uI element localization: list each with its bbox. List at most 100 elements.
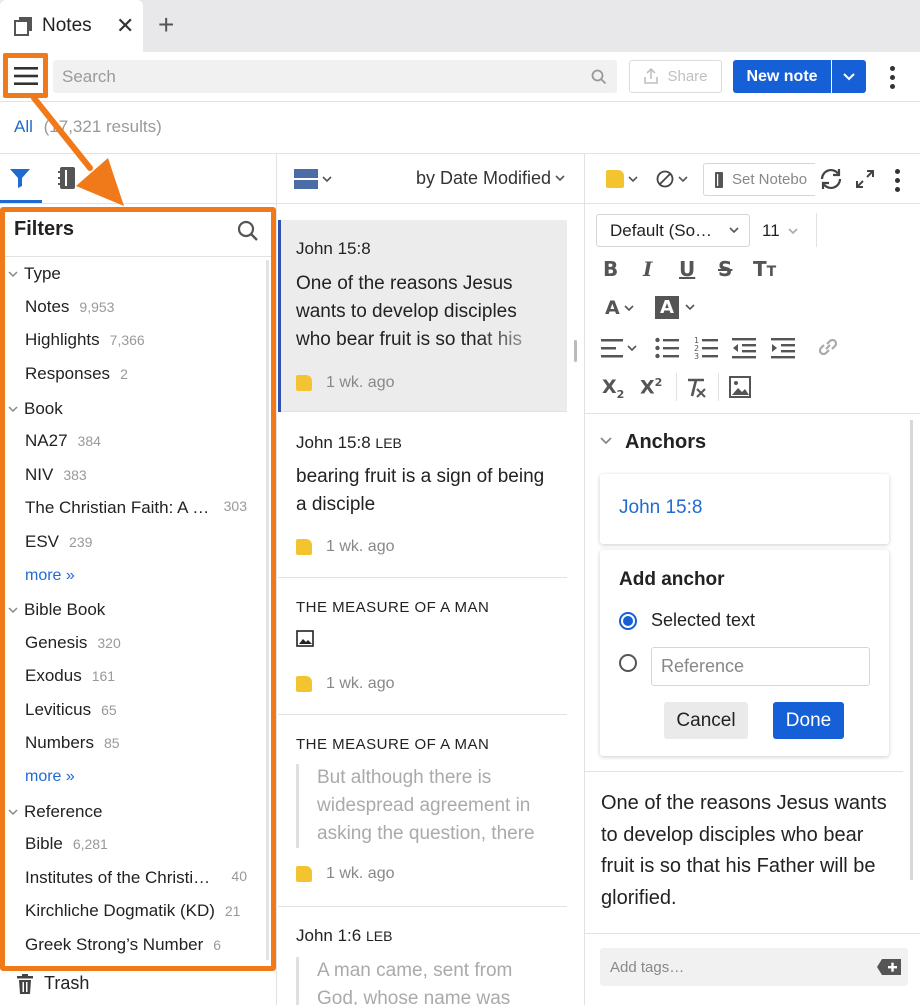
trash-icon [17,973,33,994]
new-note-dropdown-button[interactable] [832,60,866,93]
anchors-title: Anchors [625,431,707,453]
view-mode-dropdown[interactable] [294,169,332,189]
clear-style-dropdown[interactable] [656,170,688,188]
add-tag-icon [877,959,901,975]
divider [585,933,920,934]
strikethrough-icon[interactable]: S [718,257,732,281]
font-size-toggle-icon[interactable]: TT [753,257,776,281]
note-icon [606,170,624,188]
note-card[interactable]: John 15:8 LEB bearing fruit is a sign of… [278,412,567,578]
note-icon [296,375,312,391]
set-notebook-button[interactable]: Set Notebo [703,163,815,196]
superscript-icon[interactable]: X2 [640,376,662,398]
subscript-icon[interactable]: X2 [602,376,624,401]
underline-icon[interactable]: U [679,257,695,281]
align-left-icon [601,339,623,358]
chevron-down-icon [624,304,634,311]
font-family-select[interactable]: Default (So… [596,214,750,247]
link-icon[interactable] [816,335,840,359]
note-icon [296,539,312,555]
option-selected-label: Selected text [651,610,756,630]
column-divider [584,154,585,1005]
sync-icon[interactable] [818,166,844,192]
note-style-dropdown[interactable] [606,170,638,188]
chevron-down-icon [627,344,637,351]
note-card[interactable]: THE MEASURE OF A MAN 1 wk. ago [278,578,567,715]
bold-icon[interactable]: B [603,257,618,281]
column-divider [276,154,277,1005]
new-note-button[interactable]: New note [733,60,831,93]
no-symbol-icon [656,170,674,188]
bullet-list-icon[interactable] [655,337,679,359]
text-color-icon: A [605,297,620,319]
insert-image-icon[interactable] [729,376,751,398]
chevron-down-icon [628,175,638,182]
divider [718,373,719,401]
card-title: John 15:8 LEB [296,433,402,452]
expand-icon[interactable] [855,169,875,189]
share-button[interactable]: Share [629,60,722,93]
card-title: John 15:8 [296,239,371,258]
filters-scrollbar[interactable] [266,260,269,960]
outdent-icon[interactable] [732,337,756,359]
card-time: 1 wk. ago [326,538,395,555]
chevron-down-icon [729,227,739,234]
chevron-down-icon [678,175,688,182]
note-card[interactable]: THE MEASURE OF A MAN But although there … [278,715,567,907]
divider [585,771,903,772]
more-options-icon[interactable] [884,63,900,91]
radio-selected[interactable] [619,611,637,630]
svg-text:3: 3 [694,352,699,360]
card-time: 1 wk. ago [326,865,395,882]
note-icon [296,676,312,692]
italic-icon[interactable]: I [643,257,652,281]
card-quote: But although there is widespread agreeme… [296,764,554,848]
option-selected-text[interactable]: Selected text [619,610,755,631]
chevron-down-icon [555,175,565,182]
highlight-color-icon: A [655,296,679,319]
radio-reference[interactable] [619,654,637,672]
card-body: bearing fruit is a sign of being a disci… [296,466,545,515]
note-icon [296,866,312,882]
annotation-arrow [31,96,124,206]
indent-icon[interactable] [771,337,795,359]
card-quote: A man came, sent from God, whose name wa… [296,957,554,1005]
note-card[interactable]: John 15:8 One of the reasons Jesus wants… [278,220,567,412]
splitter-handle[interactable] [574,340,577,362]
tags-input[interactable]: Add tags… [600,948,908,986]
card-title: John 1:6 LEB [296,926,393,945]
card-time: 1 wk. ago [326,675,395,692]
numbered-list-icon[interactable]: 123 [694,336,718,360]
align-dropdown[interactable] [601,338,637,358]
card-meta: 1 wk. ago [296,538,394,556]
cancel-button[interactable]: Cancel [664,702,748,739]
editor-scrollbar[interactable] [910,420,913,880]
sort-label: by Date Modified [416,168,552,188]
card-title: THE MEASURE OF A MAN [296,736,490,753]
trash-item[interactable]: Trash [16,973,89,994]
card-time: 1 wk. ago [326,374,395,391]
highlight-color-dropdown[interactable]: A [655,296,695,319]
more-options-icon[interactable] [889,166,905,194]
clear-formatting-icon[interactable] [685,377,707,399]
divider [816,213,817,247]
list-view-icon [294,169,318,189]
trash-label: Trash [44,973,90,993]
sort-dropdown[interactable]: by Date Modified [416,168,565,189]
search-icon [591,69,607,84]
divider [585,203,920,204]
option-reference[interactable] [619,654,637,672]
done-button[interactable]: Done [773,702,844,739]
chevron-down-icon[interactable] [600,437,612,445]
font-size-select[interactable]: 11 [762,221,798,241]
reference-input[interactable]: Reference [651,647,870,686]
note-editor-text[interactable]: One of the reasons Jesus wants to develo… [601,788,901,914]
note-card[interactable]: John 1:6 LEB A man came, sent from God, … [278,907,567,1005]
card-meta: 1 wk. ago [296,675,394,693]
share-icon [644,68,659,84]
card-meta: 1 wk. ago [296,865,394,883]
divider [585,413,920,414]
anchor-link[interactable]: John 15:8 [619,497,702,519]
divider [277,203,584,204]
text-color-dropdown[interactable]: A [605,297,634,319]
